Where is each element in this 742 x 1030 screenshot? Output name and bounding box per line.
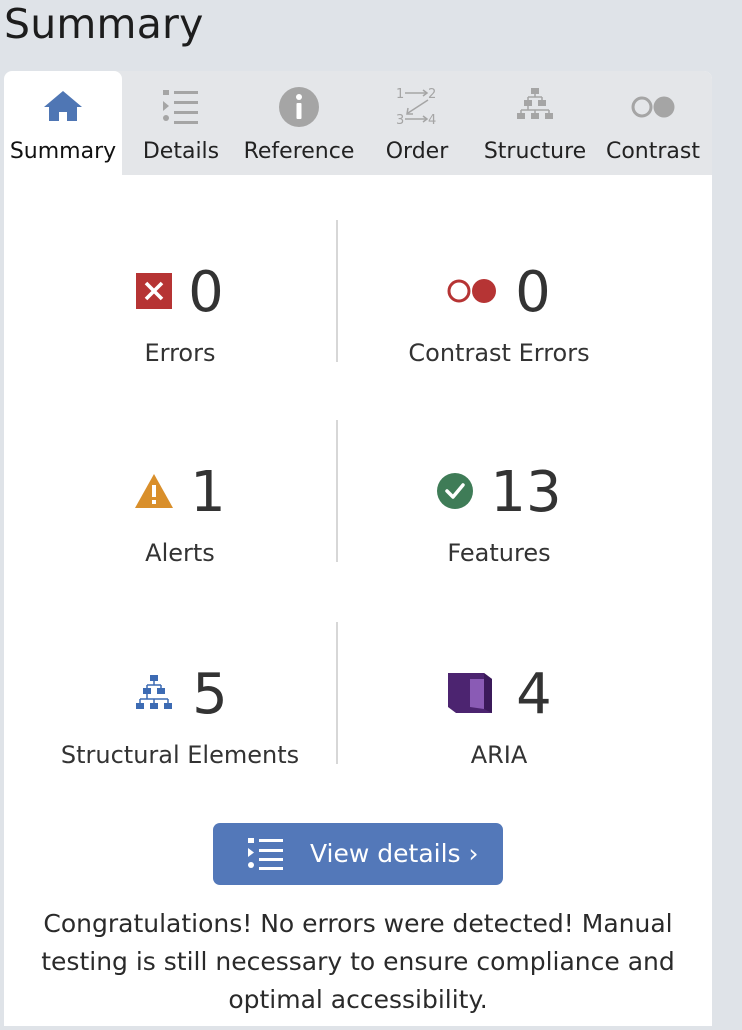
tab-order[interactable]: 1 2 3 4 Order [358, 71, 476, 175]
order-icon-digit: 2 [428, 87, 436, 102]
contrast-icon [631, 85, 675, 129]
structural-elements-count: 5 [192, 662, 228, 727]
order-icon-digit: 4 [428, 113, 436, 128]
stat-aria: 4 ARIA [334, 655, 664, 795]
structural-elements-label: Structural Elements [60, 741, 300, 769]
aria-icon [446, 669, 494, 721]
features-count: 13 [490, 460, 562, 525]
tab-label: Reference [243, 139, 355, 164]
tab-label: Details [142, 139, 220, 164]
order-icon-digit: 1 [396, 87, 404, 102]
tab-contrast[interactable]: Contrast [594, 71, 712, 175]
features-label: Features [447, 539, 551, 567]
tab-bar: Summary Details Reference 1 2 3 4 Order … [4, 71, 712, 175]
view-details-label: View details › [310, 839, 479, 868]
alert-triangle-icon [134, 473, 174, 513]
errors-label: Errors [144, 339, 216, 367]
aria-label: ARIA [470, 741, 528, 769]
alerts-label: Alerts [145, 539, 215, 567]
info-icon [277, 85, 321, 129]
contrast-errors-count: 0 [515, 260, 551, 325]
structure-icon [132, 673, 176, 717]
stat-structural-elements: 5 Structural Elements [15, 655, 345, 795]
tab-label: Order [385, 139, 449, 164]
tab-summary[interactable]: Summary [4, 71, 122, 175]
order-icon-digit: 3 [396, 113, 404, 128]
stat-alerts: 1 Alerts [15, 453, 345, 593]
stat-contrast-errors: 0 Contrast Errors [334, 253, 664, 393]
result-message: Congratulations! No errors were detected… [41, 909, 675, 1014]
structure-icon [513, 85, 557, 129]
alerts-count: 1 [190, 460, 226, 525]
contrast-error-icon [447, 276, 499, 310]
tab-details[interactable]: Details [122, 71, 240, 175]
error-x-icon [136, 273, 173, 313]
aria-count: 4 [516, 662, 552, 727]
tab-label: Summary [9, 139, 117, 164]
tab-reference[interactable]: Reference [240, 71, 358, 175]
tab-label: Contrast [605, 139, 700, 164]
page-title: Summary [4, 0, 204, 48]
tab-structure[interactable]: Structure [476, 71, 594, 175]
list-icon [159, 85, 203, 129]
contrast-errors-label: Contrast Errors [408, 339, 590, 367]
list-icon [247, 836, 285, 872]
order-icon: 1 2 3 4 [395, 85, 439, 129]
feature-check-icon [436, 472, 474, 514]
stat-features: 13 Features [334, 453, 664, 593]
tab-label: Structure [483, 139, 587, 164]
home-icon [41, 85, 85, 129]
view-details-button[interactable]: View details › [213, 823, 503, 885]
errors-count: 0 [188, 260, 224, 325]
summary-panel: Summary Details Reference 1 2 3 4 Order … [4, 71, 712, 1026]
stat-errors: 0 Errors [15, 253, 345, 393]
